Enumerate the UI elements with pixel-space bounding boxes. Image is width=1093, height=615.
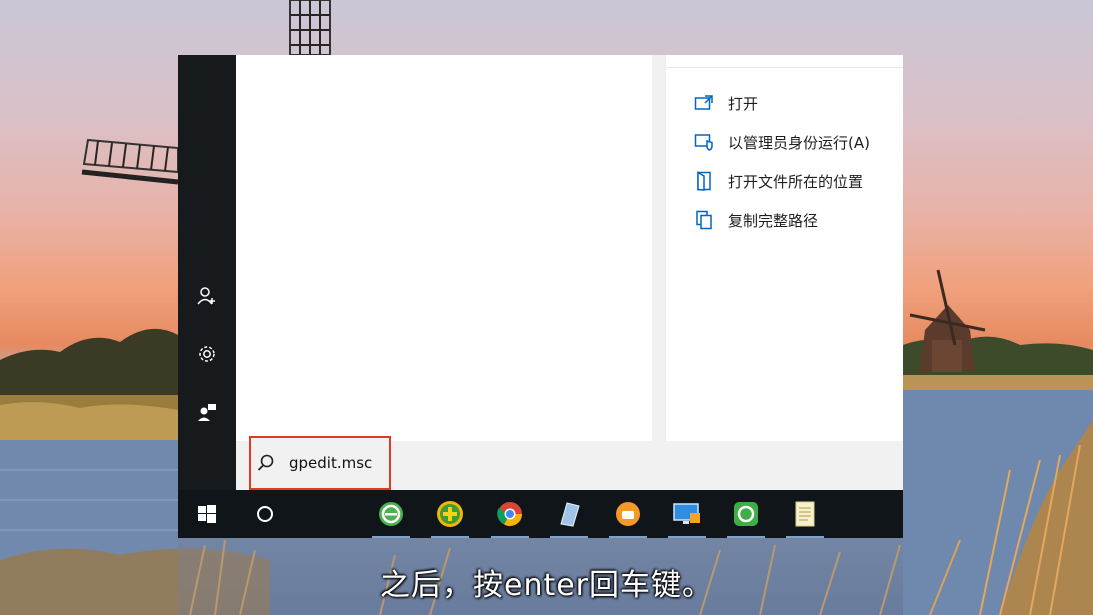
taskbar	[178, 490, 903, 538]
action-copy-full-path-label: 复制完整路径	[728, 211, 819, 230]
document-icon[interactable]	[782, 490, 828, 538]
feedback-user-icon[interactable]	[178, 397, 236, 427]
action-run-as-admin-label: 以管理员身份运行(A)	[728, 133, 870, 152]
orange-app-icon[interactable]	[605, 490, 651, 538]
folder-location-icon	[694, 171, 714, 191]
cortana-circle-icon[interactable]	[242, 490, 288, 538]
action-copy-full-path[interactable]: 复制完整路径	[694, 208, 899, 232]
start-menu-rail	[178, 55, 236, 490]
notepad-tilt-icon[interactable]	[546, 490, 592, 538]
user-add-icon[interactable]	[178, 281, 236, 311]
search-query-text[interactable]: gpedit.msc	[289, 454, 372, 472]
plus-app-icon[interactable]	[427, 490, 473, 538]
pane-divider	[652, 55, 666, 441]
gear-icon[interactable]	[178, 339, 236, 369]
green-app-icon[interactable]	[723, 490, 769, 538]
search-results-pane	[236, 55, 652, 441]
action-open-file-location[interactable]: 打开文件所在的位置	[694, 169, 899, 193]
copy-path-icon	[694, 210, 714, 230]
search-icon	[255, 452, 277, 474]
open-icon	[694, 93, 714, 113]
action-open-file-location-label: 打开文件所在的位置	[728, 172, 864, 191]
app-preview-pane: 打开 以管理员身份运行(A) 打开文件所在的位置 复制完整路径	[666, 55, 903, 441]
windows-start-icon[interactable]	[184, 490, 230, 538]
action-open-label: 打开	[728, 94, 759, 113]
search-input[interactable]: gpedit.msc	[249, 436, 391, 490]
action-run-as-admin[interactable]: 以管理员身份运行(A)	[694, 130, 899, 154]
chrome-icon[interactable]	[487, 490, 533, 538]
shield-admin-icon	[694, 132, 714, 152]
action-open[interactable]: 打开	[694, 91, 899, 115]
remote-desktop-icon[interactable]	[664, 490, 710, 538]
ie-browser-icon[interactable]	[368, 490, 414, 538]
preview-separator	[666, 67, 903, 68]
subtitle-caption: 之后，按enter回车键。	[379, 568, 714, 603]
